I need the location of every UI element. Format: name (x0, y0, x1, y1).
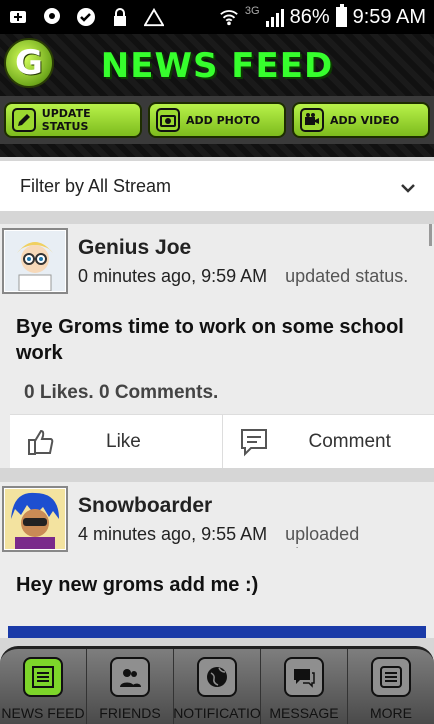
comment-icon (239, 427, 269, 457)
avatar[interactable] (2, 228, 68, 294)
nav-more[interactable]: MORE (348, 649, 434, 724)
stream-filter-dropdown[interactable]: Filter by All Stream (0, 161, 434, 211)
news-feed-icon (23, 657, 63, 697)
bottom-nav: NEWS FEED FRIENDS NOTIFICATIO MESSAGE MO… (0, 646, 434, 724)
page-title: NEWS FEED (100, 46, 334, 86)
status-bar: 3G 86% 9:59 AM (0, 0, 434, 34)
lock-icon (110, 7, 130, 27)
video-camera-icon (300, 108, 324, 132)
post-actions: Like Comment (10, 414, 434, 468)
post-photo[interactable] (8, 626, 426, 638)
list-icon (371, 657, 411, 697)
chevron-down-icon (400, 179, 415, 193)
post-counts[interactable]: 0 Likes. 0 Comments. (0, 374, 434, 414)
add-photo-label: ADD PHOTO (186, 113, 261, 127)
post-header: Snowboarder 4 minutes ago, 9:55 AM uploa… (0, 482, 434, 552)
feed-post: Snowboarder 4 minutes ago, 9:55 AM uploa… (0, 482, 434, 638)
post-action: uploaded photo (285, 524, 360, 548)
app-header: G NEWS FEED UPDATE STATUS ADD PHOTO ADD … (0, 34, 434, 157)
post-text: Bye Groms time to work on some school wo… (16, 316, 404, 364)
warning-icon (144, 7, 164, 27)
network-type: 3G (244, 5, 260, 17)
like-button[interactable]: Like (10, 415, 222, 468)
update-status-button[interactable]: UPDATE STATUS (4, 102, 142, 138)
filter-label: Filter by All Stream (20, 175, 172, 196)
check-circle-icon (76, 7, 96, 27)
comment-button[interactable]: Comment (221, 415, 434, 468)
nav-news-feed[interactable]: NEWS FEED (0, 649, 87, 724)
globe-icon (197, 657, 237, 697)
battery-icon (335, 4, 347, 27)
action-bar: UPDATE STATUS ADD PHOTO ADD VIDEO (0, 96, 434, 144)
post-meta: Genius Joe 0 minutes ago, 9:59 AM update… (78, 228, 408, 294)
battery-percent: 86% (289, 5, 330, 28)
nav-notifications[interactable]: NOTIFICATIO (174, 649, 261, 724)
signal-icon (265, 7, 284, 27)
nav-label: FRIENDS (99, 705, 161, 721)
post-header: Genius Joe 0 minutes ago, 9:59 AM update… (0, 224, 434, 294)
add-photo-button[interactable]: ADD PHOTO (148, 102, 286, 138)
feed-post: Genius Joe 0 minutes ago, 9:59 AM update… (0, 224, 434, 468)
nav-label: MESSAGE (269, 705, 339, 721)
post-timestamp: 4 minutes ago, 9:55 AM (78, 524, 268, 544)
post-author[interactable]: Genius Joe (78, 236, 408, 260)
post-author[interactable]: Snowboarder (78, 494, 395, 518)
nav-messages[interactable]: MESSAGE (261, 649, 348, 724)
usb-icon (8, 7, 28, 27)
post-timestamp: 0 minutes ago, 9:59 AM (78, 266, 268, 286)
add-video-button[interactable]: ADD VIDEO (292, 102, 430, 138)
chat-notification-icon (42, 7, 62, 27)
notification-icons (8, 7, 164, 27)
comment-label: Comment (308, 430, 391, 452)
post-text: Hey new groms add me :) (16, 574, 259, 596)
nav-label: MORE (370, 705, 412, 721)
pencil-icon (12, 108, 36, 132)
friends-icon (110, 657, 150, 697)
add-video-label: ADD VIDEO (330, 113, 400, 127)
system-indicators: 3G 86% 9:59 AM (219, 4, 426, 29)
post-meta: Snowboarder 4 minutes ago, 9:55 AM uploa… (78, 486, 395, 552)
chat-icon (284, 657, 324, 697)
camera-icon (156, 108, 180, 132)
nav-label: NOTIFICATIO (174, 705, 261, 721)
thumbs-up-icon (26, 427, 56, 457)
scroll-indicator (429, 224, 432, 246)
like-label: Like (106, 430, 141, 452)
wifi-icon (219, 7, 239, 27)
avatar[interactable] (2, 486, 68, 552)
post-action: updated status. (285, 266, 409, 286)
update-status-label: UPDATE STATUS (41, 107, 91, 133)
clock: 9:59 AM (352, 5, 426, 28)
nav-label: NEWS FEED (1, 705, 85, 721)
nav-friends[interactable]: FRIENDS (87, 649, 174, 724)
